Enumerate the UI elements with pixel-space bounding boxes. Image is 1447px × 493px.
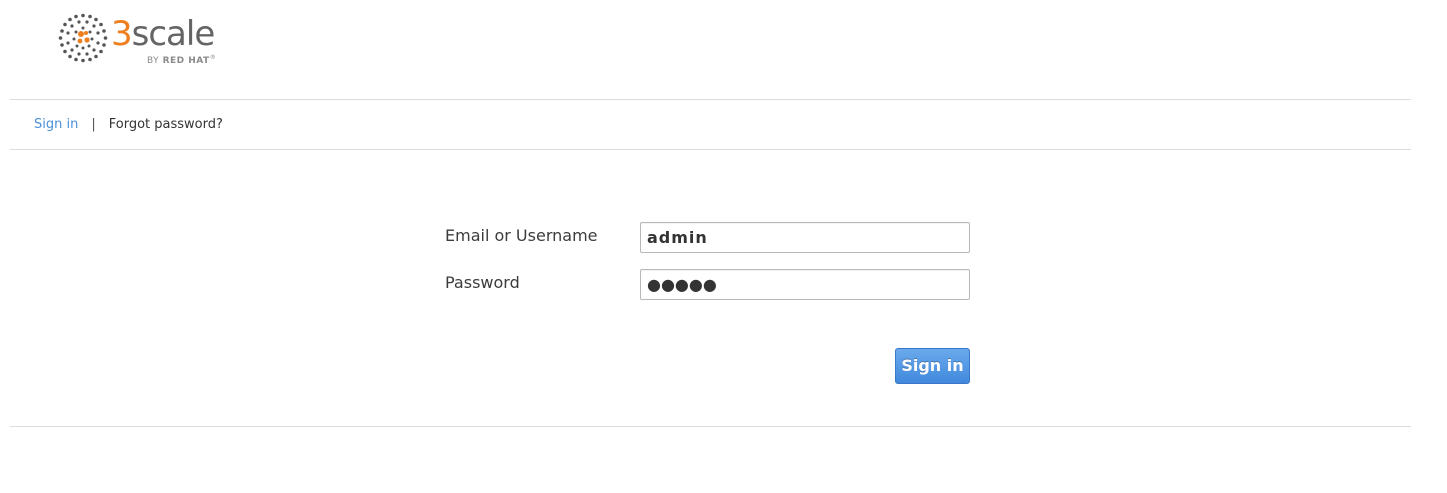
nav-sign-in-link[interactable]: Sign in: [34, 117, 78, 132]
password-mask: ●●●●●: [647, 275, 717, 294]
sign-in-button[interactable]: Sign in: [895, 348, 970, 384]
username-label: Email or Username: [445, 226, 598, 245]
dots-sphere-icon: [58, 13, 108, 63]
brand-wordmark: 3scale: [111, 14, 215, 54]
brand-tagline: BY RED HAT®: [147, 54, 217, 66]
header-divider: [10, 99, 1411, 100]
auth-nav: Sign in | Forgot password?: [34, 116, 223, 133]
page-header: 3scale BY RED HAT®: [0, 0, 1447, 99]
username-field[interactable]: admin: [640, 222, 970, 253]
footer-divider: [10, 426, 1411, 427]
password-label: Password: [445, 273, 520, 292]
nav-separator: |: [91, 117, 96, 132]
nav-divider: [10, 149, 1411, 150]
brand-logo[interactable]: 3scale BY RED HAT®: [57, 12, 232, 66]
username-value: admin: [647, 228, 708, 247]
password-field[interactable]: ●●●●●: [640, 269, 970, 300]
nav-forgot-password-link[interactable]: Forgot password?: [109, 117, 223, 132]
